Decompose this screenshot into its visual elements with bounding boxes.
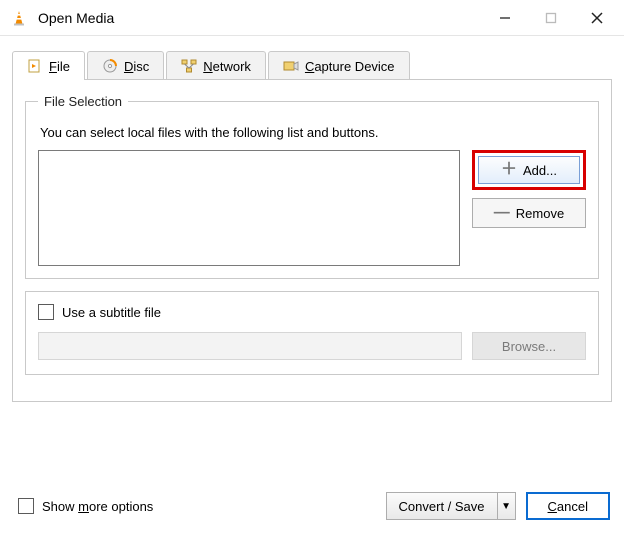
cancel-button-label: Cancel — [548, 499, 588, 514]
file-selection-legend: File Selection — [38, 94, 128, 109]
file-list[interactable] — [38, 150, 460, 266]
window-controls — [482, 3, 620, 33]
convert-save-label: Convert / Save — [399, 499, 485, 514]
window-title: Open Media — [38, 10, 114, 26]
tab-file[interactable]: File — [12, 51, 85, 80]
file-icon — [27, 58, 43, 74]
remove-button[interactable]: — Remove — [472, 198, 586, 228]
convert-save-dropdown[interactable]: ▼ — [498, 492, 516, 520]
tab-network[interactable]: Network — [166, 51, 266, 80]
subtitle-group: Use a subtitle file Browse... — [25, 291, 599, 375]
remove-button-label: Remove — [516, 206, 564, 221]
close-button[interactable] — [574, 3, 620, 33]
maximize-button[interactable] — [528, 3, 574, 33]
show-more-options-label: Show more options — [42, 499, 153, 514]
tab-disc[interactable]: Disc — [87, 51, 164, 80]
tab-label: Disc — [124, 59, 149, 74]
tab-label: Capture Device — [305, 59, 395, 74]
minimize-button[interactable] — [482, 3, 528, 33]
tab-bar: File Disc Networ — [12, 50, 612, 79]
file-selection-group: File Selection You can select local file… — [25, 94, 599, 279]
file-selection-description: You can select local files with the foll… — [40, 125, 586, 140]
add-button[interactable]: ＋ Add... — [478, 156, 580, 184]
subtitle-checkbox-label: Use a subtitle file — [62, 305, 161, 320]
network-icon — [181, 58, 197, 74]
cancel-button[interactable]: Cancel — [526, 492, 610, 520]
subtitle-path-input — [38, 332, 462, 360]
dialog-footer: Show more options Convert / Save ▼ Cance… — [0, 484, 624, 536]
capture-device-icon — [283, 58, 299, 74]
tab-label: File — [49, 59, 70, 74]
subtitle-checkbox[interactable] — [38, 304, 54, 320]
titlebar: Open Media — [0, 0, 624, 36]
browse-subtitle-button: Browse... — [472, 332, 586, 360]
disc-icon — [102, 58, 118, 74]
convert-save-button[interactable]: Convert / Save — [386, 492, 498, 520]
vlc-cone-icon — [10, 9, 28, 27]
browse-button-label: Browse... — [502, 339, 556, 354]
tab-capture-device[interactable]: Capture Device — [268, 51, 410, 80]
convert-save-split-button: Convert / Save ▼ — [386, 492, 516, 520]
tab-panel-file: File Selection You can select local file… — [12, 79, 612, 402]
chevron-down-icon: ▼ — [501, 501, 511, 512]
tab-label: Network — [203, 59, 251, 74]
add-button-label: Add... — [523, 163, 557, 178]
show-more-options-checkbox[interactable] — [18, 498, 34, 514]
add-button-highlight: ＋ Add... — [472, 150, 586, 190]
